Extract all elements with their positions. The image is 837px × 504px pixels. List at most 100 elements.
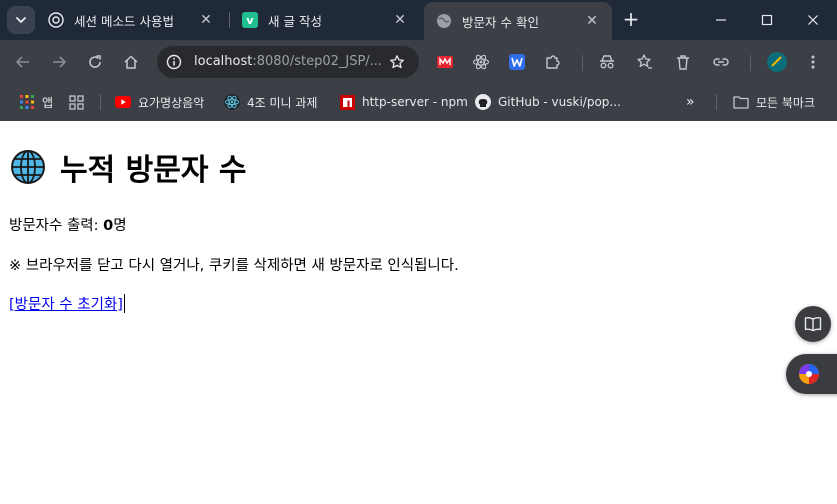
address-bar[interactable]: localhost:8080/step02_JSP/... <box>157 46 419 78</box>
bookmarks-overflow-button[interactable]: » <box>686 92 695 112</box>
globe-icon <box>436 13 452 29</box>
back-button[interactable] <box>12 51 34 73</box>
tab-search-button[interactable] <box>7 6 35 34</box>
react-icon <box>224 94 240 110</box>
bookmark-divider <box>716 94 717 110</box>
reset-visitor-count-link[interactable]: [방문자 수 초기화] <box>9 293 125 314</box>
chevron-down-icon <box>16 17 26 23</box>
bookmark-label: GitHub - vuski/pop... <box>498 95 621 109</box>
extension-mirror-button[interactable] <box>434 51 456 73</box>
extension-w-button[interactable] <box>506 51 528 73</box>
extensions-button[interactable] <box>542 51 564 73</box>
palette-icon <box>799 364 819 384</box>
bookmark-star-icon[interactable] <box>387 52 407 72</box>
toolbar: localhost:8080/step02_JSP/... <box>0 40 837 84</box>
apps-grid-icon <box>19 94 35 110</box>
tab-title: 세션 메소드 사용법 <box>74 13 174 29</box>
link-icon <box>713 58 729 66</box>
visitor-counter: 방문자수 출력: 0명 <box>9 214 127 235</box>
arrow-left-icon <box>15 56 29 68</box>
bookmark-label: 앱 <box>42 95 54 110</box>
bookmark-yoga-music[interactable]: 요가명상음악 <box>115 92 204 112</box>
browser-chrome: 세션 메소드 사용법 ✕ v 새 글 작성 ✕ 방문자 수 확인 ✕ + loc… <box>0 0 837 121</box>
npm-icon <box>339 94 355 110</box>
text-cursor <box>123 294 125 313</box>
link-button[interactable] <box>710 51 732 73</box>
reload-button[interactable] <box>84 51 106 73</box>
page-content: 누적 방문자 수 방문자수 출력: 0명 ※ 브라우저를 닫고 다시 열거나, … <box>0 121 837 504</box>
extension-react-button[interactable] <box>470 51 492 73</box>
close-window-button[interactable] <box>798 6 828 34</box>
page-title-text: 누적 방문자 수 <box>60 153 247 188</box>
more-vertical-icon <box>811 55 815 69</box>
reading-star-button[interactable] <box>634 51 656 73</box>
tab-title: 방문자 수 확인 <box>462 14 539 30</box>
cookie-notice: ※ 브라우저를 닫고 다시 열거나, 쿠키를 삭제하면 새 방문자로 인식됩니다… <box>9 258 459 274</box>
tab-title: 새 글 작성 <box>268 13 322 29</box>
w-icon <box>509 54 525 70</box>
reset-link-text: [방문자 수 초기화] <box>9 297 123 313</box>
overflow-label: » <box>686 94 695 110</box>
book-icon <box>804 316 822 332</box>
close-icon[interactable]: ✕ <box>196 10 216 30</box>
grid-icon <box>68 94 84 110</box>
bookmark-apps[interactable]: 앱 <box>19 92 53 112</box>
red-m-icon <box>437 56 453 68</box>
url-path: :8080/step02_JSP/... <box>252 54 383 69</box>
youtube-icon <box>115 94 131 110</box>
maximize-button[interactable] <box>752 6 782 34</box>
bookmark-label: 요가명상음악 <box>138 95 205 110</box>
bookmark-label: http-server - npm <box>362 95 468 109</box>
home-button[interactable] <box>120 51 142 73</box>
profile-avatar[interactable] <box>766 51 788 73</box>
forward-button[interactable] <box>48 51 70 73</box>
tab-session-methods[interactable]: 세션 메소드 사용법 ✕ <box>36 2 226 38</box>
counter-label: 방문자수 출력: <box>9 218 104 234</box>
bookmark-github[interactable]: GitHub - vuski/pop... <box>475 92 621 112</box>
toolbar-divider <box>750 55 751 71</box>
incognito-button[interactable] <box>596 51 618 73</box>
bookmarks-bar: 앱 요가명상음악 4조 미니 과제 http-server - npm GitH… <box>0 84 837 121</box>
url-host: localhost <box>194 54 253 69</box>
toolbar-divider <box>582 55 583 71</box>
minimize-icon <box>716 19 726 21</box>
folder-icon <box>733 94 749 110</box>
arrow-right-icon <box>53 56 67 68</box>
globe-emoji-icon <box>11 150 45 184</box>
avatar-icon <box>767 52 787 72</box>
bookmark-mini-project[interactable]: 4조 미니 과제 <box>224 92 317 112</box>
minimize-button[interactable] <box>706 6 736 34</box>
tab-new-post[interactable]: v 새 글 작성 ✕ <box>230 2 420 38</box>
bookmark-label: 4조 미니 과제 <box>247 95 318 110</box>
puzzle-icon <box>546 55 560 69</box>
maximize-icon <box>761 14 773 26</box>
bookmark-label: 모든 북마크 <box>756 95 816 110</box>
new-tab-button[interactable]: + <box>620 7 642 31</box>
reload-icon <box>89 55 101 68</box>
tab-visitor-count[interactable]: 방문자 수 확인 ✕ <box>424 2 612 40</box>
close-icon[interactable]: ✕ <box>390 10 410 30</box>
bookmark-http-server[interactable]: http-server - npm <box>339 92 468 112</box>
incognito-icon <box>600 55 614 69</box>
reading-mode-button[interactable] <box>795 306 831 342</box>
velog-icon: v <box>242 12 258 28</box>
close-icon[interactable]: ✕ <box>582 11 602 31</box>
bookmark-divider <box>100 94 101 110</box>
close-icon <box>808 15 818 25</box>
star-list-icon <box>637 54 652 69</box>
visitor-count: 0 <box>103 218 114 234</box>
tab-strip: 세션 메소드 사용법 ✕ v 새 글 작성 ✕ 방문자 수 확인 ✕ + <box>0 0 837 40</box>
bookmark-all-bookmarks[interactable]: 모든 북마크 <box>733 92 815 112</box>
side-extension-button[interactable] <box>786 354 837 394</box>
react-icon <box>472 54 490 70</box>
site-info-icon[interactable] <box>164 52 184 72</box>
chatgpt-icon <box>48 12 64 28</box>
url-text: localhost:8080/step02_JSP/... <box>194 54 382 69</box>
count-unit: 명 <box>113 218 127 234</box>
page-title: 누적 방문자 수 <box>10 145 247 189</box>
delete-button[interactable] <box>672 51 694 73</box>
menu-button[interactable] <box>802 51 824 73</box>
github-icon <box>475 94 491 110</box>
tab-groups-button[interactable] <box>68 92 91 112</box>
trash-icon <box>677 55 689 70</box>
